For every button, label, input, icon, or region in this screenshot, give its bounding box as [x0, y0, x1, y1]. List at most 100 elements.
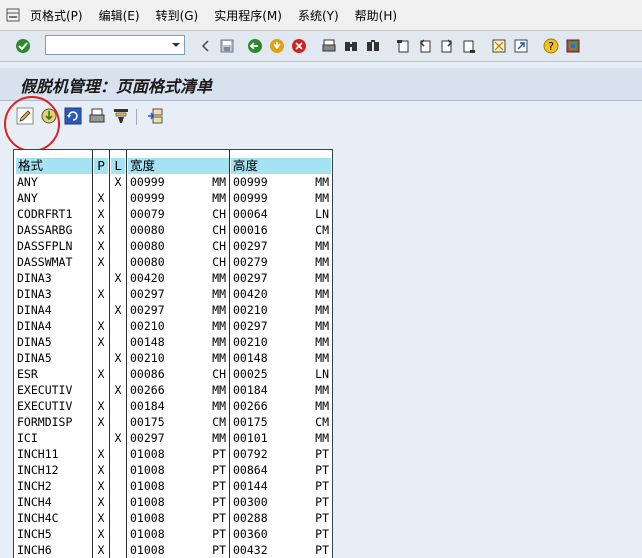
enter-icon[interactable]: [14, 37, 32, 55]
cell-height: 00175: [233, 415, 268, 429]
cell-l: [111, 478, 125, 494]
cell-l: X: [114, 431, 122, 445]
print-icon[interactable]: [88, 107, 106, 125]
table-row[interactable]: DINA4 X 00210 MM 00297 MM: [14, 318, 332, 334]
command-field[interactable]: [45, 35, 185, 55]
cell-height: 00016: [233, 223, 268, 237]
last-page-icon[interactable]: [460, 37, 478, 55]
cell-height: 00184: [233, 383, 268, 397]
cell-height: 00297: [233, 271, 268, 285]
refresh-icon[interactable]: [64, 107, 82, 125]
transport-icon[interactable]: [146, 107, 164, 125]
table-row[interactable]: FORMDISP X 00175 CM 00175 CM: [14, 414, 332, 430]
table-row[interactable]: INCH5 X 01008 PT 00360 PT: [14, 526, 332, 542]
table-row[interactable]: EXECUTIV X 00184 MM 00266 MM: [14, 398, 332, 414]
print-icon[interactable]: [320, 37, 338, 55]
cell-height-unit: LN: [315, 207, 329, 221]
cell-p: X: [97, 543, 105, 557]
table-row[interactable]: DINA5 X 00210 MM 00148 MM: [14, 350, 332, 366]
cell-height: 00420: [233, 287, 268, 301]
chevron-down-icon[interactable]: [170, 39, 182, 51]
cell-p: X: [97, 287, 105, 301]
find-next-icon[interactable]: [364, 37, 382, 55]
table-row[interactable]: DASSWMAT X 00080 CH 00279 MM: [14, 254, 332, 270]
menu-system[interactable]: 系统(Y): [298, 7, 339, 24]
table-row[interactable]: ANY X 00999 MM 00999 MM: [14, 190, 332, 206]
cell-height-unit: PT: [315, 447, 329, 461]
cell-width: 00080: [130, 239, 165, 253]
previous-icon[interactable]: [196, 37, 214, 55]
filter-icon[interactable]: [112, 107, 130, 125]
table-row[interactable]: INCH4 X 01008 PT 00300 PT: [14, 494, 332, 510]
shortcut-icon[interactable]: [512, 37, 530, 55]
cell-l: [111, 494, 125, 510]
table-row[interactable]: DINA5 X 00148 MM 00210 MM: [14, 334, 332, 350]
find-icon[interactable]: [342, 37, 360, 55]
cell-height: 00300: [233, 495, 268, 509]
window-menu-icon[interactable]: [4, 7, 22, 23]
cell-format: DINA4: [17, 303, 52, 317]
cell-p: X: [97, 255, 105, 269]
cell-format: INCH5: [17, 527, 52, 541]
cell-l: [111, 238, 125, 254]
cell-height-unit: LN: [315, 367, 329, 381]
cell-p: [94, 270, 108, 286]
menu-goto[interactable]: 转到(G): [156, 7, 199, 24]
menu-page-format[interactable]: 页格式(P): [30, 7, 83, 24]
table-row[interactable]: DINA3 X 00420 MM 00297 MM: [14, 270, 332, 286]
new-session-icon[interactable]: [490, 37, 508, 55]
cell-p: X: [97, 335, 105, 349]
first-page-icon[interactable]: [394, 37, 412, 55]
cell-height-unit: MM: [315, 287, 329, 301]
cell-height: 00297: [233, 319, 268, 333]
table-row[interactable]: EXECUTIV X 00266 MM 00184 MM: [14, 382, 332, 398]
exit-icon[interactable]: [268, 37, 286, 55]
table-row[interactable]: DINA3 X 00297 MM 00420 MM: [14, 286, 332, 302]
cell-width-unit: PT: [212, 527, 226, 541]
cell-height-unit: MM: [315, 271, 329, 285]
help-icon[interactable]: ?: [542, 37, 560, 55]
table-row[interactable]: ANY X 00999 MM 00999 MM: [14, 174, 332, 190]
cell-width: 00080: [130, 223, 165, 237]
header-l[interactable]: L: [111, 158, 125, 174]
table-row[interactable]: DASSFPLN X 00080 CH 00297 MM: [14, 238, 332, 254]
table-row[interactable]: INCH6 X 01008 PT 00432 PT: [14, 542, 332, 558]
cell-height: 00266: [233, 399, 268, 413]
back-icon[interactable]: [246, 37, 264, 55]
cell-height-unit: MM: [315, 383, 329, 397]
table-row[interactable]: DASSARBG X 00080 CH 00016 CM: [14, 222, 332, 238]
menu-utilities[interactable]: 实用程序(M): [214, 7, 282, 24]
header-height[interactable]: 高度: [231, 158, 331, 174]
table-row[interactable]: CODRFRT1 X 00079 CH 00064 LN: [14, 206, 332, 222]
header-p[interactable]: P: [94, 158, 108, 174]
cell-format: INCH4: [17, 495, 52, 509]
cell-p: X: [97, 239, 105, 253]
table-row[interactable]: INCH2 X 01008 PT 00144 PT: [14, 478, 332, 494]
table-row[interactable]: INCH11 X 01008 PT 00792 PT: [14, 446, 332, 462]
cell-width-unit: MM: [212, 335, 226, 349]
cell-l: [111, 334, 125, 350]
previous-page-icon[interactable]: [416, 37, 434, 55]
cell-height-unit: PT: [315, 543, 329, 557]
menu-edit[interactable]: 编辑(E): [99, 7, 140, 24]
table-row[interactable]: ICI X 00297 MM 00101 MM: [14, 430, 332, 446]
cell-height: 00025: [233, 367, 268, 381]
cell-height: 00101: [233, 431, 268, 445]
header-width[interactable]: 宽度: [128, 158, 230, 174]
layout-icon[interactable]: [564, 37, 582, 55]
header-format[interactable]: 格式: [16, 158, 93, 174]
table-row[interactable]: DINA4 X 00297 MM 00210 MM: [14, 302, 332, 318]
cell-height: 00999: [233, 175, 268, 189]
cell-p: X: [97, 447, 105, 461]
cancel-icon[interactable]: [290, 37, 308, 55]
table-row[interactable]: INCH4C X 01008 PT 00288 PT: [14, 510, 332, 526]
next-page-icon[interactable]: [438, 37, 456, 55]
save-icon[interactable]: [218, 37, 236, 55]
menu-help[interactable]: 帮助(H): [355, 7, 397, 24]
table-row[interactable]: ESR X 00086 CH 00025 LN: [14, 366, 332, 382]
cell-p: [94, 382, 108, 398]
table-row[interactable]: INCH12 X 01008 PT 00864 PT: [14, 462, 332, 478]
cell-height-unit: PT: [315, 495, 329, 509]
column-separator: [92, 150, 93, 558]
svg-text:?: ?: [548, 40, 554, 53]
